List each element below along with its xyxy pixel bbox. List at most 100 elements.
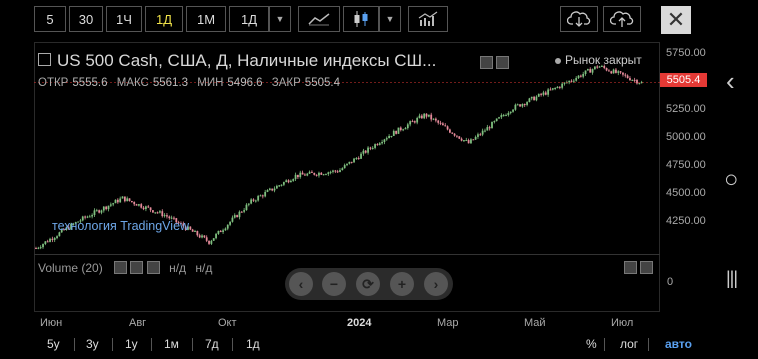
candle-body bbox=[617, 71, 620, 73]
candle-body bbox=[470, 139, 472, 144]
candle-body bbox=[49, 238, 51, 242]
candle-body bbox=[240, 211, 243, 213]
candle-body bbox=[35, 248, 37, 250]
candle-body bbox=[425, 113, 428, 117]
timeframe-5[interactable]: 5 bbox=[34, 6, 66, 32]
timeframe-1d[interactable]: 1Д bbox=[145, 6, 183, 32]
volume-label: Volume (20) bbox=[38, 261, 103, 275]
log-scale-button[interactable]: лог bbox=[620, 337, 638, 351]
system-recents-button[interactable]: ||| bbox=[726, 268, 738, 289]
candle-body bbox=[622, 72, 624, 75]
candle-body bbox=[446, 126, 449, 130]
download-button[interactable] bbox=[560, 6, 598, 32]
candle-body bbox=[582, 73, 585, 77]
candle-body bbox=[334, 170, 337, 172]
candle-body bbox=[402, 129, 405, 131]
candle-body bbox=[306, 173, 309, 176]
timeframe-30[interactable]: 30 bbox=[69, 6, 103, 32]
gear-icon[interactable] bbox=[496, 56, 509, 69]
candle-body bbox=[264, 191, 267, 197]
volume-axis-zero: 0 bbox=[667, 276, 674, 288]
percent-scale-button[interactable]: % bbox=[586, 337, 597, 351]
indicators-button[interactable] bbox=[408, 6, 448, 32]
candle-body bbox=[315, 174, 318, 176]
candle-body bbox=[95, 210, 98, 212]
candle-body bbox=[275, 185, 278, 189]
chart-type-line-button[interactable] bbox=[298, 6, 340, 32]
timeframe-dropdown-button[interactable]: ▼ bbox=[269, 6, 291, 32]
candle-body bbox=[528, 98, 531, 103]
range-5y-button[interactable]: 5у bbox=[47, 337, 60, 351]
settings-icon[interactable] bbox=[480, 56, 493, 69]
chart-type-dropdown-button[interactable]: ▼ bbox=[379, 6, 401, 32]
candle-body bbox=[39, 247, 42, 249]
candle-body bbox=[224, 228, 227, 231]
zoom-in-button[interactable]: + bbox=[390, 272, 414, 296]
system-home-button[interactable]: ○ bbox=[724, 166, 739, 194]
range-divider bbox=[151, 338, 152, 351]
range-7d-button[interactable]: 7д bbox=[205, 337, 219, 351]
candle-body bbox=[42, 244, 44, 248]
candle-body bbox=[439, 122, 442, 124]
candle-body bbox=[367, 147, 369, 153]
timeframe-selected[interactable]: 1Д bbox=[229, 6, 269, 32]
candlestick-icon bbox=[354, 11, 368, 27]
volume-legend: Volume (20) н/д н/д bbox=[38, 259, 212, 275]
pane-divider[interactable] bbox=[34, 254, 660, 255]
candle-body bbox=[119, 198, 122, 203]
candle-body bbox=[533, 96, 535, 101]
candle-body bbox=[278, 185, 281, 187]
candle-body bbox=[451, 132, 454, 134]
candle-body bbox=[257, 196, 260, 201]
candle-body bbox=[229, 221, 231, 225]
range-1d-button[interactable]: 1д bbox=[246, 337, 260, 351]
close-button[interactable]: ✕ bbox=[661, 6, 691, 34]
candle-body bbox=[84, 216, 87, 218]
range-1m-button[interactable]: 1м bbox=[164, 337, 179, 351]
reset-chart-button[interactable]: ⟳ bbox=[356, 272, 380, 296]
candle-body bbox=[519, 104, 521, 107]
candle-body bbox=[509, 111, 512, 114]
time-tick: Мар bbox=[437, 317, 459, 329]
zoom-out-button[interactable]: − bbox=[322, 272, 346, 296]
candle-body bbox=[327, 172, 330, 175]
candle-body bbox=[568, 80, 571, 83]
candle-body bbox=[56, 236, 58, 239]
candle-body bbox=[205, 237, 208, 241]
volume-settings-icon[interactable] bbox=[130, 261, 144, 274]
timeframe-1m[interactable]: 1М bbox=[186, 6, 226, 32]
scroll-right-button[interactable]: › bbox=[424, 272, 448, 296]
candle-body bbox=[554, 88, 557, 90]
pane-up-icon[interactable] bbox=[624, 261, 637, 274]
candle-body bbox=[299, 172, 302, 178]
pane-maximize-icon[interactable] bbox=[640, 261, 653, 274]
zoom-controls: ‹ − ⟳ + › bbox=[285, 268, 453, 300]
scroll-left-button[interactable]: ‹ bbox=[289, 272, 313, 296]
candle-body bbox=[572, 80, 575, 82]
volume-visibility-icon[interactable] bbox=[114, 261, 128, 274]
range-3y-button[interactable]: 3у bbox=[86, 337, 99, 351]
system-back-button[interactable]: ‹ bbox=[726, 66, 735, 97]
chart-type-candles-button[interactable] bbox=[343, 6, 379, 32]
candle-body bbox=[629, 78, 631, 81]
open-label: ОТКР bbox=[38, 77, 69, 89]
candle-body bbox=[395, 130, 398, 134]
candle-body bbox=[304, 174, 306, 176]
candle-body bbox=[512, 109, 514, 112]
range-divider bbox=[604, 338, 605, 351]
collapse-icon[interactable] bbox=[38, 53, 51, 67]
volume-close-icon[interactable] bbox=[146, 261, 160, 274]
range-1y-button[interactable]: 1у bbox=[125, 337, 138, 351]
candle-body bbox=[430, 114, 433, 120]
candle-body bbox=[434, 118, 437, 121]
timeframe-1h[interactable]: 1Ч bbox=[106, 6, 142, 32]
candle-body bbox=[418, 115, 421, 119]
candle-body bbox=[140, 204, 143, 208]
upload-button[interactable] bbox=[603, 6, 641, 32]
candle-body bbox=[245, 204, 248, 211]
close-icon: ✕ bbox=[666, 7, 686, 32]
range-divider bbox=[192, 338, 193, 351]
tradingview-credit[interactable]: технология TradingView bbox=[52, 219, 189, 233]
auto-scale-button[interactable]: авто bbox=[665, 337, 692, 351]
candle-body bbox=[369, 147, 372, 149]
